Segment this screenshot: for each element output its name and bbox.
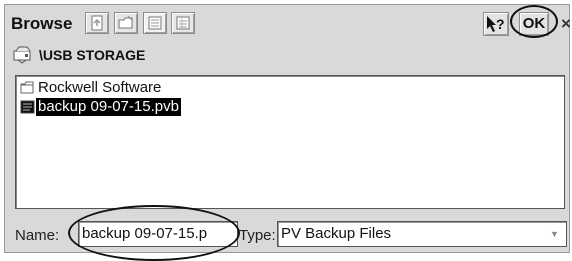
- list-item-label: backup 09-07-15.pvb: [36, 98, 181, 116]
- svg-text:?: ?: [496, 16, 505, 32]
- type-label: Type:: [239, 227, 276, 244]
- document-up-icon: [91, 15, 103, 31]
- name-highlight-circle: [68, 205, 240, 261]
- path-label: \USB STORAGE: [39, 47, 146, 63]
- detail-view-icon: [176, 16, 190, 30]
- document-up-button[interactable]: [85, 12, 109, 34]
- chevron-down-icon: ▼: [550, 229, 559, 239]
- dialog-title: Browse: [11, 14, 73, 33]
- detail-view-button[interactable]: [171, 12, 195, 34]
- file-list[interactable]: Rockwell Software backup 09-07-15.pvb: [15, 75, 565, 209]
- type-select-value: PV Backup Files: [281, 225, 392, 242]
- list-item-label: Rockwell Software: [38, 79, 162, 96]
- new-folder-button[interactable]: [114, 12, 138, 34]
- list-view-icon: [148, 16, 162, 30]
- browse-dialog: Browse ? OK × \USB STORAGE Rockwell Soft…: [4, 4, 571, 261]
- folder-icon: [20, 81, 34, 94]
- name-label: Name:: [15, 227, 60, 244]
- folder-icon: [118, 15, 133, 29]
- title-bar: Browse ? OK ×: [5, 5, 571, 41]
- list-view-button[interactable]: [143, 12, 167, 34]
- close-button[interactable]: ×: [561, 14, 571, 34]
- drive-icon: [13, 46, 31, 64]
- ok-highlight-circle: [510, 5, 558, 38]
- file-icon: [20, 100, 35, 114]
- help-button[interactable]: ?: [483, 12, 509, 36]
- type-select[interactable]: PV Backup Files ▼: [277, 221, 567, 247]
- help-pointer-icon: ?: [487, 16, 505, 32]
